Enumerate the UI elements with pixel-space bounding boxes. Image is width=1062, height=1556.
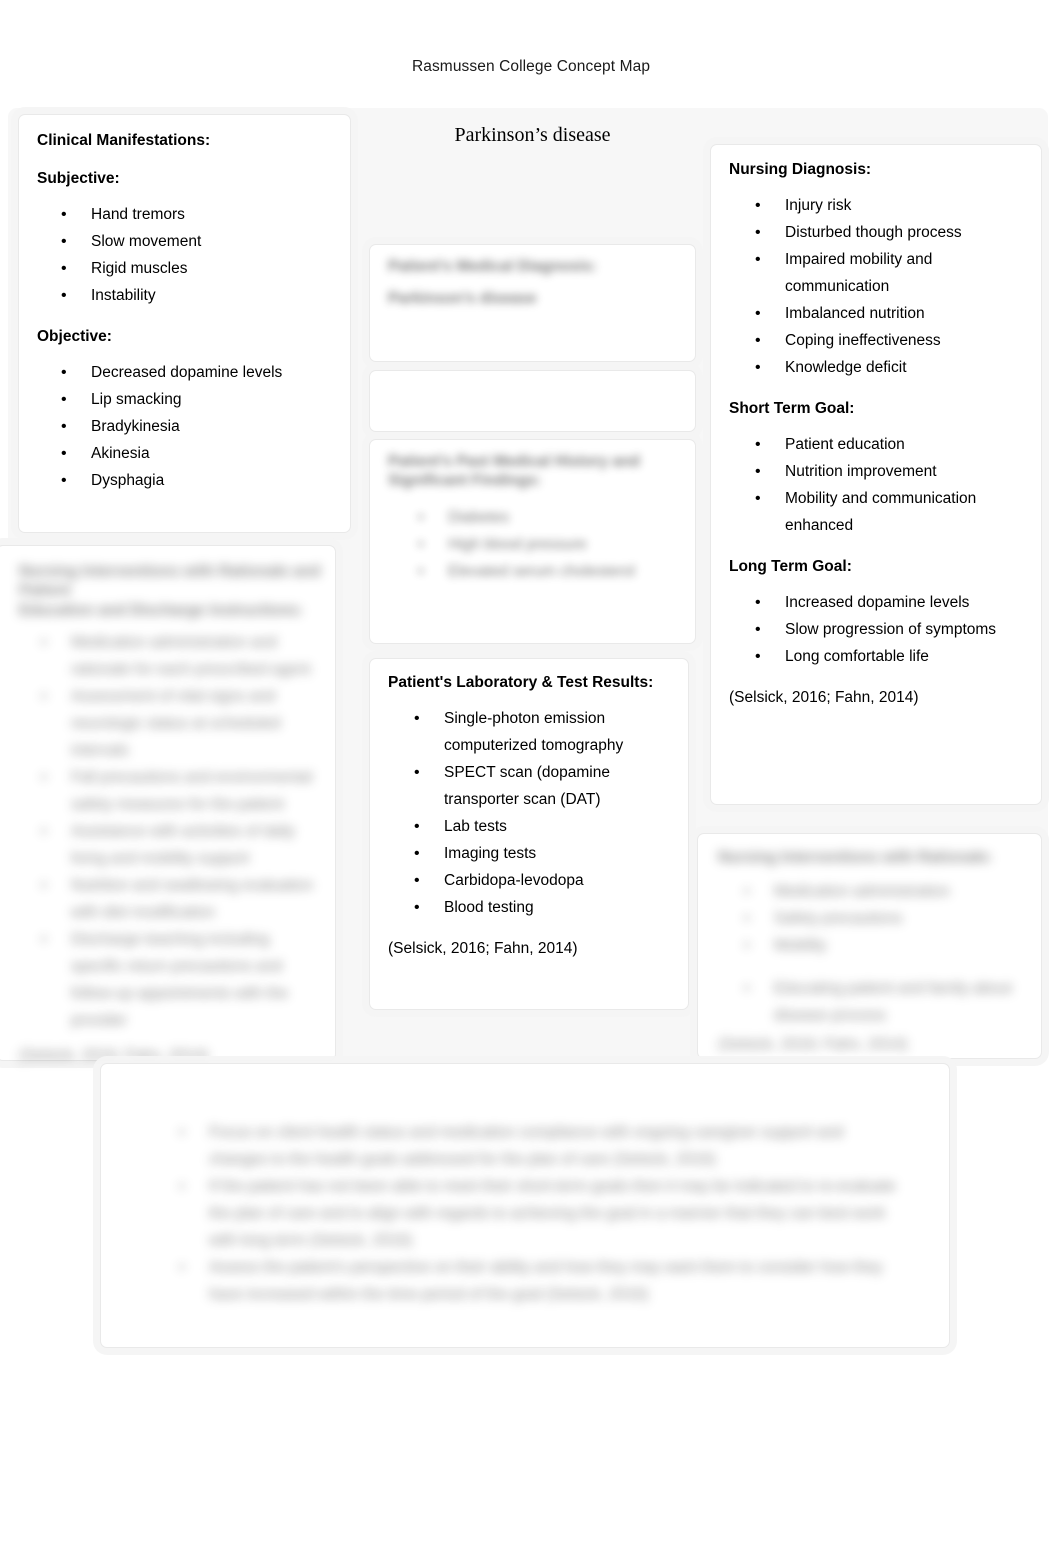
nursing-diagnosis-card: Nursing Diagnosis: Injury risk Disturbed… bbox=[710, 144, 1042, 805]
clinical-manifestations-card: Clinical Manifestations: Subjective: Han… bbox=[18, 114, 351, 533]
list-item: Lip smacking bbox=[61, 386, 334, 414]
nursing-interventions-education-list: Medication administration and rationale … bbox=[19, 629, 321, 1035]
short-term-goal-list: Patient education Nutrition improvement … bbox=[729, 431, 1025, 540]
list-item: Discharge teaching including specific re… bbox=[41, 926, 321, 1035]
list-item: Disturbed though process bbox=[755, 219, 1025, 247]
list-item: Assistance with activities of daily livi… bbox=[41, 818, 321, 873]
list-item: Fall precautions and environmental safet… bbox=[41, 764, 321, 819]
long-term-goal-list: Increased dopamine levels Slow progressi… bbox=[729, 589, 1025, 671]
nursing-interventions-education-heading: Nursing Interventions with Rationale and… bbox=[19, 562, 321, 620]
heading-line-2: Education and Discharge Instructions: bbox=[19, 601, 304, 619]
list-item: Medication administration bbox=[744, 878, 1025, 906]
nursing-interventions-heading: Nursing Interventions with Rationale: bbox=[718, 849, 993, 866]
list-item: Diabetes bbox=[418, 504, 679, 532]
nursing-interventions-secondary-list: Educating patient and family about disea… bbox=[718, 975, 1025, 1030]
list-item: Dysphagia bbox=[61, 467, 334, 495]
list-item: Assessment of vital signs and neurologic… bbox=[41, 683, 321, 765]
list-item: Safety precautions bbox=[744, 905, 1025, 933]
list-item: Slow movement bbox=[61, 228, 334, 256]
list-item: Imbalanced nutrition bbox=[755, 300, 1025, 328]
laboratory-citation: (Selsick, 2016; Fahn, 2014) bbox=[388, 940, 578, 958]
list-item: Long comfortable life bbox=[755, 643, 1025, 671]
list-item: Mobility and communication enhanced bbox=[755, 485, 1025, 540]
list-item: Nutrition and swallowing evaluation with… bbox=[41, 872, 321, 927]
subjective-label: Subjective: bbox=[37, 170, 120, 188]
past-medical-history-list: Diabetes High blood pressure Elevated se… bbox=[388, 504, 679, 586]
concept-map-title: Parkinson’s disease bbox=[454, 124, 611, 146]
list-item: Impaired mobility and communication bbox=[755, 246, 1025, 301]
list-item: Imaging tests bbox=[414, 840, 672, 868]
list-item: Hand tremors bbox=[61, 201, 334, 229]
list-item: Carbidopa-levodopa bbox=[414, 867, 672, 895]
list-item: Single-photon emission computerized tomo… bbox=[414, 705, 672, 760]
laboratory-test-results-card: Patient's Laboratory & Test Results: Sin… bbox=[369, 658, 689, 1010]
nursing-interventions-education-card: Nursing Interventions with Rationale and… bbox=[0, 545, 336, 1064]
list-item: Akinesia bbox=[61, 440, 334, 468]
nursing-interventions-card: Nursing Interventions with Rationale: Me… bbox=[697, 833, 1042, 1059]
list-item: Decreased dopamine levels bbox=[61, 359, 334, 387]
medical-diagnosis-value: Parkinson’s disease bbox=[388, 290, 537, 308]
past-medical-history-card: Patient’s Past Medical History and Signi… bbox=[369, 439, 696, 644]
list-item: Mobility bbox=[744, 932, 1025, 960]
list-item: Instability bbox=[61, 282, 334, 310]
long-term-goal-label: Long Term Goal: bbox=[729, 558, 852, 576]
list-item: Slow progression of symptoms bbox=[755, 616, 1025, 644]
medical-diagnosis-heading: Patient’s Medical Diagnosis: bbox=[388, 258, 597, 275]
list-item: Knowledge deficit bbox=[755, 354, 1025, 382]
laboratory-test-results-list: Single-photon emission computerized tomo… bbox=[388, 705, 672, 922]
list-item: Blood testing bbox=[414, 894, 672, 922]
list-item: Coping ineffectiveness bbox=[755, 327, 1025, 355]
list-item: Educating patient and family about disea… bbox=[744, 975, 1025, 1030]
laboratory-test-results-heading: Patient's Laboratory & Test Results: bbox=[388, 674, 654, 691]
evaluation-list: Focus on client health status and medica… bbox=[157, 1119, 897, 1309]
list-item: Increased dopamine levels bbox=[755, 589, 1025, 617]
list-item: Assess the patient’s perspective on thei… bbox=[179, 1254, 897, 1309]
list-item: Elevated serum cholesterol bbox=[418, 558, 679, 586]
nursing-citation: (Selsick, 2016; Fahn, 2014) bbox=[729, 688, 919, 706]
nursing-diagnosis-heading: Nursing Diagnosis: bbox=[729, 161, 872, 178]
heading-line-1: Nursing Interventions with Rationale and… bbox=[19, 563, 321, 600]
list-item: Medication administration and rationale … bbox=[41, 629, 321, 684]
list-item: Injury risk bbox=[755, 192, 1025, 220]
list-item: Focus on client health status and medica… bbox=[179, 1119, 897, 1174]
nursing-interventions-list: Medication administration Safety precaut… bbox=[718, 878, 1025, 960]
objective-list: Decreased dopamine levels Lip smacking B… bbox=[37, 359, 334, 495]
list-item: Patient education bbox=[755, 431, 1025, 459]
list-item: SPECT scan (dopamine transporter scan (D… bbox=[414, 759, 672, 814]
list-item: Lab tests bbox=[414, 813, 672, 841]
list-item: Rigid muscles bbox=[61, 255, 334, 283]
objective-label: Objective: bbox=[37, 328, 112, 346]
short-term-goal-label: Short Term Goal: bbox=[729, 400, 855, 418]
medical-diagnosis-card: Patient’s Medical Diagnosis: Parkinson’s… bbox=[369, 244, 696, 362]
list-item: High blood pressure bbox=[418, 531, 679, 559]
subjective-list: Hand tremors Slow movement Rigid muscles… bbox=[37, 201, 334, 310]
list-item: Nutrition improvement bbox=[755, 458, 1025, 486]
past-medical-history-heading: Patient’s Past Medical History and Signi… bbox=[388, 453, 640, 490]
list-item: Bradykinesia bbox=[61, 413, 334, 441]
list-item: If the patient has not been able to meet… bbox=[179, 1173, 897, 1255]
nursing-interventions-citation: (Selsick, 2016; Fahn, 2014) bbox=[718, 1036, 908, 1054]
clinical-manifestations-heading: Clinical Manifestations: bbox=[37, 132, 211, 149]
evaluation-card: Focus on client health status and medica… bbox=[100, 1063, 950, 1348]
nursing-interventions-education-citation: (Selsick, 2016; Fahn, 2014) bbox=[19, 1046, 209, 1064]
nursing-diagnosis-list: Injury risk Disturbed though process Imp… bbox=[729, 192, 1025, 382]
page-header-title: Rasmussen College Concept Map bbox=[411, 58, 651, 75]
blank-spacer-card bbox=[369, 370, 696, 432]
